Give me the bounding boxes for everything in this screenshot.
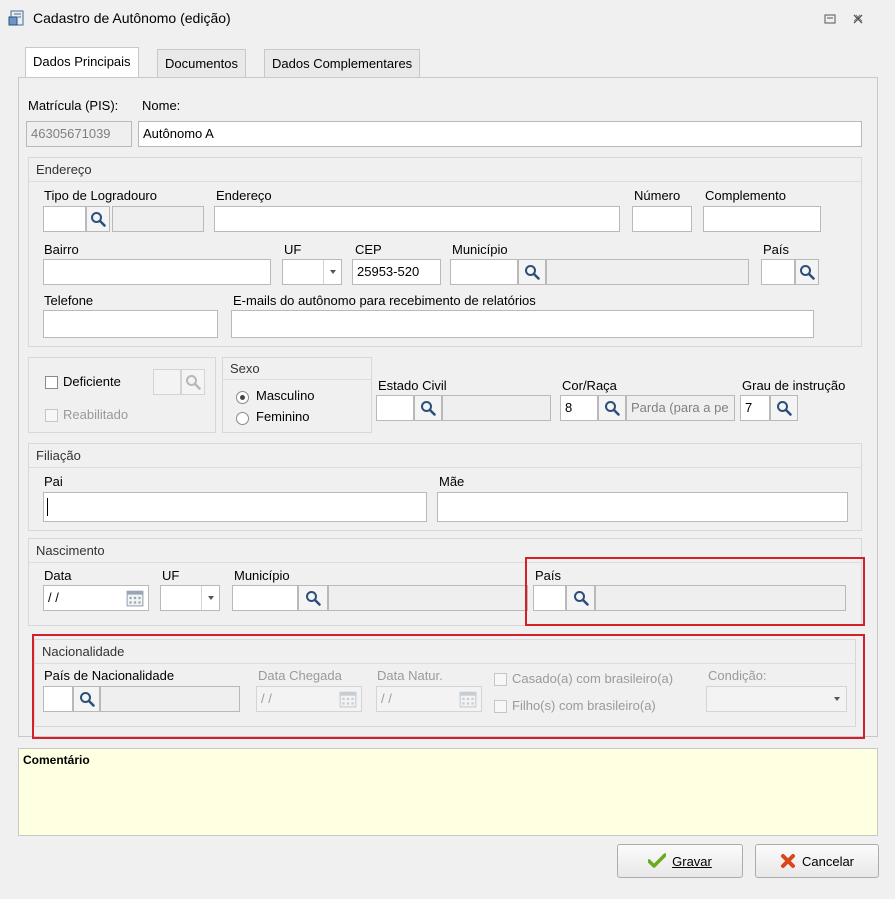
municipio-search-button[interactable]: [518, 259, 546, 285]
endereco-title: Endereço: [29, 158, 861, 182]
sexo-title: Sexo: [223, 358, 371, 380]
telefone-field[interactable]: [43, 310, 218, 338]
gravar-button[interactable]: Gravar: [617, 844, 743, 878]
nome-label: Nome:: [142, 98, 181, 113]
search-icon: [524, 264, 540, 280]
masculino-label: Masculino: [256, 388, 315, 403]
estado-civil-desc: [442, 395, 551, 421]
mae-label: Mãe: [439, 474, 465, 489]
tipo-logradouro-desc: [112, 206, 204, 232]
title-bar: Cadastro de Autônomo (edição): [0, 0, 895, 38]
numero-field[interactable]: [632, 206, 692, 232]
estado-civil-code[interactable]: [376, 395, 414, 421]
search-icon: [90, 211, 106, 227]
tab-dados-complementares[interactable]: Dados Complementares: [264, 49, 421, 77]
reabilitado-label: Reabilitado: [63, 407, 129, 422]
bairro-field[interactable]: [43, 259, 271, 285]
highlight-nacionalidade: [32, 634, 865, 739]
municipio-code[interactable]: [450, 259, 518, 285]
pais-code[interactable]: [761, 259, 795, 285]
close-icon[interactable]: [850, 11, 866, 27]
search-icon: [799, 264, 815, 280]
nascimento-municipio-search-button[interactable]: [298, 585, 328, 611]
restore-icon[interactable]: [822, 11, 838, 27]
cep-field[interactable]: 25953-520: [352, 259, 441, 285]
emails-label: E-mails do autônomo para recebimento de …: [233, 293, 536, 308]
feminino-label: Feminino: [256, 409, 310, 424]
search-icon: [305, 590, 321, 606]
mae-field[interactable]: [437, 492, 848, 522]
endereco-field[interactable]: [214, 206, 620, 232]
search-icon: [420, 400, 436, 416]
cor-raca-search-button[interactable]: [598, 395, 626, 421]
tipo-logradouro-code[interactable]: [43, 206, 86, 232]
grau-instrucao-search-button[interactable]: [770, 395, 798, 421]
cor-raca-label: Cor/Raça: [562, 378, 617, 393]
chevron-down-icon[interactable]: [323, 260, 341, 284]
check-icon: [648, 853, 667, 868]
deficiencia-search-button: [181, 369, 205, 395]
cep-label: CEP: [355, 242, 382, 257]
grau-instrucao-label: Grau de instrução: [742, 378, 846, 393]
municipio-label: Município: [452, 242, 508, 257]
app-icon: [8, 9, 26, 27]
tipo-logradouro-search-button[interactable]: [86, 206, 110, 232]
cancelar-button[interactable]: Cancelar: [755, 844, 879, 878]
text-cursor: [47, 498, 48, 516]
uf-select[interactable]: [282, 259, 342, 285]
complemento-label: Complemento: [705, 188, 786, 203]
pai-field[interactable]: [43, 492, 427, 522]
window-title: Cadastro de Autônomo (edição): [33, 10, 231, 26]
nascimento-data-field[interactable]: / /: [43, 585, 149, 611]
deficiente-checkbox[interactable]: [45, 376, 58, 389]
nome-field[interactable]: Autônomo A: [138, 121, 862, 147]
emails-field[interactable]: [231, 310, 814, 338]
calendar-icon[interactable]: [126, 589, 144, 607]
pai-label: Pai: [44, 474, 63, 489]
endereco-label: Endereço: [216, 188, 272, 203]
tipo-logradouro-label: Tipo de Logradouro: [44, 188, 157, 203]
tab-documentos[interactable]: Documentos: [157, 49, 246, 77]
reabilitado-checkbox: [45, 409, 58, 422]
telefone-label: Telefone: [44, 293, 94, 308]
cor-raca-desc: Parda (para a pe: [626, 395, 735, 421]
complemento-field[interactable]: [703, 206, 821, 232]
deficiente-label: Deficiente: [63, 374, 121, 389]
nascimento-municipio-label: Município: [234, 568, 290, 583]
nascimento-uf-label: UF: [162, 568, 180, 583]
nascimento-uf-select[interactable]: [160, 585, 220, 611]
pais-search-button[interactable]: [795, 259, 819, 285]
grau-instrucao-code[interactable]: 7: [740, 395, 770, 421]
search-icon: [776, 400, 792, 416]
tab-dados-principais[interactable]: Dados Principais: [25, 47, 139, 77]
x-icon: [780, 854, 795, 868]
search-icon: [604, 400, 620, 416]
municipio-desc: [546, 259, 749, 285]
numero-label: Número: [634, 188, 681, 203]
filiacao-title: Filiação: [29, 444, 861, 468]
uf-label: UF: [284, 242, 302, 257]
bairro-label: Bairro: [44, 242, 79, 257]
pais-label: País: [763, 242, 790, 257]
masculino-radio[interactable]: [236, 391, 249, 404]
cor-raca-code[interactable]: 8: [560, 395, 598, 421]
deficiencia-code: [153, 369, 181, 395]
comentario-label: Comentário: [23, 753, 90, 767]
matricula-field[interactable]: 46305671039: [26, 121, 132, 147]
nascimento-data-label: Data: [44, 568, 72, 583]
chevron-down-icon[interactable]: [201, 586, 219, 610]
feminino-radio[interactable]: [236, 412, 249, 425]
comentario-area[interactable]: Comentário: [18, 748, 878, 836]
highlight-nascimento-pais: [525, 557, 865, 626]
estado-civil-label: Estado Civil: [378, 378, 447, 393]
nascimento-municipio-code[interactable]: [232, 585, 298, 611]
estado-civil-search-button[interactable]: [414, 395, 442, 421]
nascimento-municipio-desc: [328, 585, 528, 611]
matricula-label: Matrícula (PIS):: [28, 98, 119, 113]
search-icon: [185, 374, 201, 390]
